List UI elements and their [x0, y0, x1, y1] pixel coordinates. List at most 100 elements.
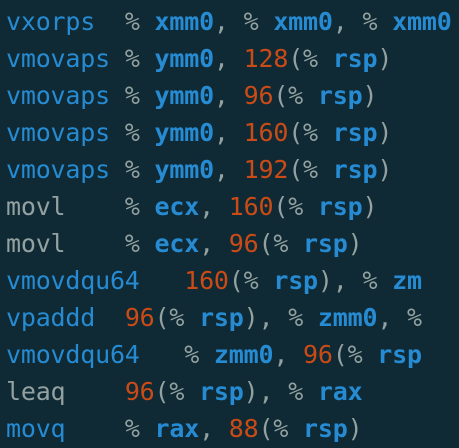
- code-editor[interactable]: vxorps % xmm0, % xmm0, % xmm0 vmovaps % y…: [0, 0, 459, 448]
- instruction-mnemonic: vmovaps: [6, 155, 125, 184]
- instruction-mnemonic: vxorps: [6, 7, 125, 36]
- code-line[interactable]: vmovaps % ymm0, 96(% rsp): [6, 77, 452, 114]
- code-punctuation: (%: [332, 340, 378, 369]
- register-name: rsp: [377, 340, 422, 369]
- code-punctuation: ),: [243, 377, 289, 406]
- code-line[interactable]: vmovaps % ymm0, 192(% rsp): [6, 151, 452, 188]
- code-line[interactable]: vmovdqu64 % zmm0, 96(% rsp: [6, 336, 452, 373]
- register-name: ecx: [154, 229, 200, 258]
- instruction-mnemonic: vmovaps: [6, 81, 125, 110]
- offset-number: 96: [228, 229, 259, 258]
- code-punctuation: ,: [377, 303, 408, 332]
- register-name: zmm0: [317, 303, 378, 332]
- register-name: rsp: [332, 155, 378, 184]
- offset-number: 96: [124, 377, 155, 406]
- assembly-listing: vxorps % xmm0, % xmm0, % xmm0 vmovaps % y…: [6, 3, 452, 447]
- code-line[interactable]: vmovaps % ymm0, 128(% rsp): [6, 40, 452, 77]
- code-punctuation: ,: [213, 155, 244, 184]
- register-name: rsp: [273, 266, 318, 295]
- offset-number: 160: [243, 118, 289, 147]
- code-punctuation: ,: [332, 7, 363, 36]
- code-punctuation: ),: [317, 266, 363, 295]
- code-punctuation: %: [288, 303, 318, 332]
- code-punctuation: (%: [228, 266, 274, 295]
- code-punctuation: %: [288, 377, 318, 406]
- code-punctuation: %: [124, 7, 155, 36]
- code-punctuation: %: [124, 44, 155, 73]
- code-punctuation: ),: [243, 303, 289, 332]
- register-name: rsp: [303, 229, 348, 258]
- register-name: rax: [317, 377, 363, 406]
- instruction-mnemonic: vmovaps: [6, 118, 125, 147]
- code-punctuation: %: [124, 81, 155, 110]
- offset-number: 128: [243, 44, 289, 73]
- code-line[interactable]: vmovaps % ymm0, 160(% rsp): [6, 114, 452, 151]
- code-punctuation: (%: [273, 81, 318, 110]
- code-punctuation: ): [347, 414, 363, 443]
- code-punctuation: ): [377, 44, 393, 73]
- register-name: rsp: [199, 377, 244, 406]
- code-line[interactable]: movq % rax, 88(% rsp): [6, 410, 452, 447]
- code-punctuation: ,: [199, 414, 229, 443]
- code-punctuation: %: [243, 7, 274, 36]
- code-punctuation: %: [407, 303, 422, 332]
- code-line[interactable]: vxorps % xmm0, % xmm0, % xmm0: [6, 3, 452, 40]
- code-punctuation: ,: [273, 340, 304, 369]
- instruction-mnemonic: movq: [6, 414, 125, 443]
- code-punctuation: ,: [213, 81, 244, 110]
- code-punctuation: (%: [154, 303, 200, 332]
- code-punctuation: ): [377, 118, 393, 147]
- code-line[interactable]: movl % ecx, 96(% rsp): [6, 225, 452, 262]
- code-punctuation: %: [124, 414, 155, 443]
- register-name: rsp: [317, 81, 363, 110]
- register-name: zmm0: [213, 340, 274, 369]
- code-punctuation: ): [362, 81, 378, 110]
- code-punctuation: %: [362, 266, 393, 295]
- code-punctuation: ,: [213, 7, 244, 36]
- code-line[interactable]: vmovdqu64 160(% rsp), % zm: [6, 262, 452, 299]
- code-punctuation: %: [184, 340, 214, 369]
- code-punctuation: (%: [288, 44, 333, 73]
- register-name: rsp: [332, 118, 378, 147]
- code-punctuation: leaq: [6, 377, 125, 406]
- code-punctuation: %: [124, 118, 155, 147]
- register-name: ecx: [154, 192, 200, 221]
- code-punctuation: (%: [154, 377, 200, 406]
- register-name: ymm0: [154, 118, 215, 147]
- register-name: rsp: [303, 414, 348, 443]
- register-name: rsp: [199, 303, 244, 332]
- register-name: rsp: [317, 192, 363, 221]
- register-name: ymm0: [154, 44, 215, 73]
- code-punctuation: ,: [213, 44, 244, 73]
- code-punctuation: %: [124, 229, 155, 258]
- code-punctuation: %: [124, 192, 155, 221]
- code-punctuation: movl: [6, 229, 125, 258]
- code-line[interactable]: leaq 96(% rsp), % rax: [6, 373, 452, 410]
- code-punctuation: ,: [213, 118, 244, 147]
- code-punctuation: ): [362, 192, 378, 221]
- code-punctuation: ): [347, 229, 363, 258]
- register-name: xmm0: [273, 7, 333, 36]
- code-punctuation: ): [377, 155, 393, 184]
- code-punctuation: ,: [199, 229, 229, 258]
- code-punctuation: (%: [273, 192, 318, 221]
- register-name: ymm0: [154, 81, 215, 110]
- register-name: ymm0: [154, 155, 215, 184]
- instruction-mnemonic: vmovdqu64: [6, 340, 185, 369]
- offset-number: 192: [243, 155, 289, 184]
- code-line[interactable]: movl % ecx, 160(% rsp): [6, 188, 452, 225]
- offset-number: 96: [303, 340, 333, 369]
- offset-number: 96: [243, 81, 274, 110]
- register-name: zm: [392, 266, 422, 295]
- register-name: rsp: [332, 44, 378, 73]
- offset-number: 160: [184, 266, 229, 295]
- code-punctuation: (%: [258, 414, 304, 443]
- code-punctuation: %: [362, 7, 393, 36]
- instruction-mnemonic: vmovdqu64: [6, 266, 185, 295]
- code-punctuation: %: [124, 155, 155, 184]
- code-line[interactable]: vpaddd 96(% rsp), % zmm0, %: [6, 299, 452, 336]
- instruction-mnemonic: vpaddd: [6, 303, 125, 332]
- code-punctuation: (%: [288, 155, 333, 184]
- code-punctuation: (%: [258, 229, 304, 258]
- offset-number: 160: [228, 192, 274, 221]
